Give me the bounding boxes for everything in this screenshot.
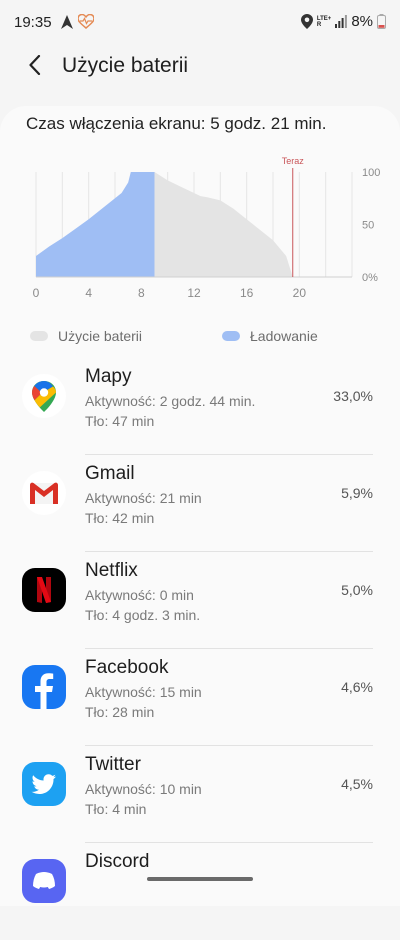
app-usage-percent: 4,5% [341, 776, 373, 792]
back-button[interactable] [22, 52, 48, 78]
signal-icon [335, 15, 348, 28]
legend-swatch-usage [30, 331, 48, 341]
app-row-netflix[interactable]: Netflix Aktywność: 0 min Tło: 4 godz. 3 … [0, 552, 400, 649]
app-row-twitter[interactable]: Twitter Aktywność: 10 min Tło: 4 min 4,5… [0, 746, 400, 843]
status-bar: 19:35 LTE+ R 8% [0, 0, 400, 44]
y-tick-label: 100 [362, 167, 380, 179]
page-title: Użycie baterii [62, 54, 189, 77]
now-marker-label: Teraz [282, 156, 305, 166]
y-tick-label: 0% [362, 272, 378, 284]
location-icon [300, 14, 313, 29]
app-row-mapy[interactable]: Mapy Aktywność: 2 godz. 44 min. Tło: 47 … [0, 358, 400, 455]
google-maps-icon [22, 374, 66, 418]
app-background-time: Tło: 42 min [85, 510, 155, 526]
status-right-group: LTE+ R 8% [300, 13, 386, 30]
discord-icon [22, 859, 66, 903]
app-active-time: Aktywność: 21 min [85, 490, 202, 506]
legend-swatch-charging [222, 331, 240, 341]
battery-low-icon [377, 14, 386, 29]
battery-chart: Teraz 0 4 8 12 16 20 100 50 0% [33, 156, 381, 300]
screen-on-time: Czas włączenia ekranu: 5 godz. 21 min. [26, 114, 327, 133]
app-usage-percent: 33,0% [333, 388, 373, 404]
chart-legend: Użycie baterii Ładowanie [30, 328, 370, 348]
app-usage-percent: 5,9% [341, 485, 373, 501]
navigation-arrow-icon [61, 15, 73, 29]
x-tick-label: 0 [33, 286, 40, 300]
twitter-icon [22, 762, 66, 806]
x-tick-label: 4 [85, 286, 92, 300]
app-usage-list: Mapy Aktywność: 2 godz. 44 min. Tło: 47 … [0, 358, 400, 940]
app-name: Mapy [85, 366, 132, 387]
gmail-icon [22, 471, 66, 515]
back-arrow-icon [29, 55, 41, 75]
app-background-time: Tło: 4 min [85, 801, 147, 817]
x-tick-label: 16 [240, 286, 254, 300]
battery-usage-card: Czas włączenia ekranu: 5 godz. 21 min. T… [0, 106, 400, 906]
app-usage-percent: 5,0% [341, 582, 373, 598]
x-tick-label: 20 [293, 286, 307, 300]
health-heart-icon [78, 14, 94, 29]
facebook-icon [22, 665, 66, 709]
legend-label-usage: Użycie baterii [58, 328, 143, 344]
legend-item-charging: Ładowanie [222, 328, 318, 344]
app-active-time: Aktywność: 2 godz. 44 min. [85, 393, 256, 409]
app-active-time: Aktywność: 15 min [85, 684, 202, 700]
app-row-gmail[interactable]: Gmail Aktywność: 21 min Tło: 42 min 5,9% [0, 455, 400, 552]
app-name: Gmail [85, 463, 135, 484]
y-tick-label: 50 [362, 220, 374, 232]
network-type: LTE+ R [316, 15, 332, 28]
app-header: Użycie baterii [0, 44, 400, 100]
series-area-usage [154, 172, 293, 277]
app-background-time: Tło: 47 min [85, 413, 155, 429]
status-time: 19:35 [14, 14, 52, 31]
netflix-icon [22, 568, 66, 612]
app-usage-percent: 4,6% [341, 679, 373, 695]
app-active-time: Aktywność: 10 min [85, 781, 202, 797]
legend-label-charging: Ładowanie [250, 328, 318, 344]
legend-item-usage: Użycie baterii [30, 328, 142, 344]
app-background-time: Tło: 28 min [85, 704, 155, 720]
series-area-charging [36, 172, 155, 277]
app-active-time: Aktywność: 0 min [85, 587, 194, 603]
x-tick-label: 12 [187, 286, 201, 300]
app-name: Discord [85, 851, 150, 872]
app-name: Twitter [85, 754, 141, 775]
x-tick-label: 8 [138, 286, 145, 300]
app-name: Netflix [85, 560, 138, 581]
battery-percent: 8% [351, 13, 373, 30]
home-indicator[interactable] [147, 877, 253, 881]
app-row-facebook[interactable]: Facebook Aktywność: 15 min Tło: 28 min 4… [0, 649, 400, 746]
app-name: Facebook [85, 657, 169, 678]
app-row-discord[interactable]: Discord [0, 843, 400, 940]
app-background-time: Tło: 4 godz. 3 min. [85, 607, 201, 623]
